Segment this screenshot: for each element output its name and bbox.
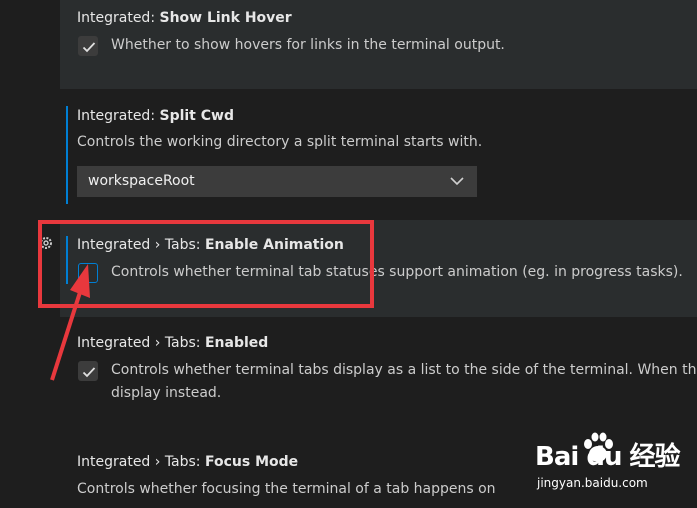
setting-title: Integrated › Tabs: Focus Mode: [77, 454, 298, 470]
show-link-hover-checkbox[interactable]: [78, 36, 98, 56]
setting-name: Enabled: [204, 335, 269, 351]
setting-tabs-enabled: Integrated › Tabs: Enabled Controls whet…: [60, 326, 697, 426]
setting-description: Whether to show hovers for links in the …: [111, 37, 505, 53]
check-icon: [82, 42, 96, 53]
chevron-down-icon: [450, 177, 464, 186]
setting-name: Focus Mode: [204, 454, 299, 470]
setting-title: Integrated: Split Cwd: [77, 108, 234, 124]
baidu-watermark: Bai du 经验 jingyan.baidu.com: [535, 432, 680, 496]
watermark-logo: Bai du 经验: [535, 442, 680, 472]
select-value: workspaceRoot: [88, 173, 195, 189]
setting-show-link-hover: Integrated: Show Link Hover Whether to s…: [60, 0, 697, 89]
setting-title: Integrated: Show Link Hover: [77, 10, 292, 26]
setting-description: Controls whether focusing the terminal o…: [77, 481, 496, 497]
setting-title: Integrated › Tabs: Enabled: [77, 335, 268, 351]
watermark-url: jingyan.baidu.com: [537, 476, 648, 490]
setting-category: Integrated:: [77, 108, 160, 124]
setting-category: Integrated › Tabs:: [77, 335, 205, 351]
setting-description-continued: display instead.: [111, 385, 222, 401]
setting-category: Integrated › Tabs:: [77, 454, 205, 470]
setting-name: Show Link Hover: [159, 10, 292, 26]
setting-description: Controls whether terminal tabs display a…: [111, 362, 697, 378]
setting-split-cwd: .setting-split-line{position:absolute;le…: [60, 98, 697, 208]
setting-category: Integrated:: [77, 10, 160, 26]
arrow-icon: [50, 264, 90, 381]
setting-name: Split Cwd: [159, 108, 234, 124]
split-cwd-select[interactable]: workspaceRoot: [77, 166, 477, 197]
setting-description: Controls the working directory a split t…: [77, 134, 483, 150]
focus-indicator: [66, 106, 68, 204]
settings-page: Integrated: Show Link Hover Whether to s…: [0, 0, 697, 508]
